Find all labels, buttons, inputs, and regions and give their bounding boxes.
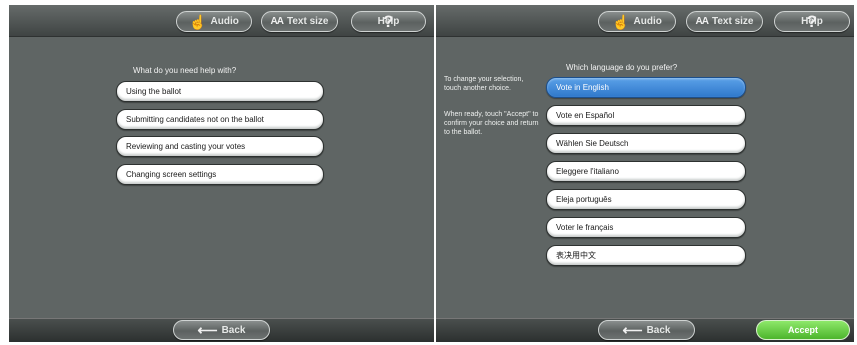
hand-touch-icon: ☝: [189, 13, 207, 30]
help-option-write-in[interactable]: Submitting candidates not on the ballot: [116, 109, 324, 130]
help-screen: ☝ Audio AA Text size ? Help What do you …: [9, 5, 434, 342]
question-icon: ?: [383, 12, 394, 31]
text-size-button[interactable]: AA Text size: [261, 11, 338, 32]
text-size-button[interactable]: AA Text size: [686, 11, 763, 32]
accept-label: Accept: [787, 325, 818, 335]
language-option-english[interactable]: Vote in English: [546, 77, 746, 98]
audio-label: Audio: [210, 16, 239, 27]
help-button[interactable]: ? Help: [774, 11, 850, 32]
question-icon: ?: [806, 12, 818, 31]
language-option-german[interactable]: Wählen Sie Deutsch: [546, 133, 746, 154]
language-option-italian[interactable]: Eleggere l'italiano: [546, 161, 746, 182]
back-button[interactable]: ⟵ Back: [598, 320, 695, 340]
arrow-left-icon: ⟵: [197, 322, 218, 338]
language-option-spanish[interactable]: Vote en Español: [546, 105, 746, 126]
help-option-using-ballot[interactable]: Using the ballot: [116, 81, 324, 102]
language-question: Which language do you prefer?: [566, 63, 678, 72]
instructions-accept: When ready, touch "Accept" to confirm yo…: [444, 111, 539, 136]
arrow-left-icon: ⟵: [622, 322, 643, 338]
text-size-icon: AA: [695, 15, 709, 27]
help-button[interactable]: ? Help: [351, 11, 426, 32]
language-option-french[interactable]: Voter le français: [546, 217, 746, 238]
help-option-screen-settings[interactable]: Changing screen settings: [116, 164, 324, 185]
audio-button[interactable]: ☝ Audio: [598, 11, 676, 32]
top-toolbar: ☝ Audio AA Text size ? Help: [436, 5, 854, 37]
back-label: Back: [221, 324, 246, 336]
audio-label: Audio: [633, 16, 662, 27]
bottom-toolbar: ⟵ Back: [9, 318, 434, 342]
language-option-portuguese[interactable]: Eleja português: [546, 189, 746, 210]
language-screen: ☝ Audio AA Text size ? Help To change yo…: [436, 5, 854, 342]
accept-button[interactable]: Accept: [756, 320, 850, 340]
help-question: What do you need help with?: [133, 66, 237, 75]
text-size-icon: AA: [270, 15, 284, 27]
back-label: Back: [646, 324, 671, 336]
audio-button[interactable]: ☝ Audio: [176, 11, 252, 32]
instructions-change: To change your selection, touch another …: [444, 76, 524, 92]
back-button[interactable]: ⟵ Back: [173, 320, 270, 340]
language-option-chinese[interactable]: 表决用中文: [546, 245, 746, 266]
text-size-label: Text size: [711, 16, 754, 27]
help-option-reviewing[interactable]: Reviewing and casting your votes: [116, 136, 324, 157]
bottom-toolbar: ⟵ Back Accept: [436, 318, 854, 342]
text-size-label: Text size: [286, 16, 329, 27]
top-toolbar: ☝ Audio AA Text size ? Help: [9, 5, 434, 37]
hand-touch-icon: ☝: [612, 13, 630, 30]
